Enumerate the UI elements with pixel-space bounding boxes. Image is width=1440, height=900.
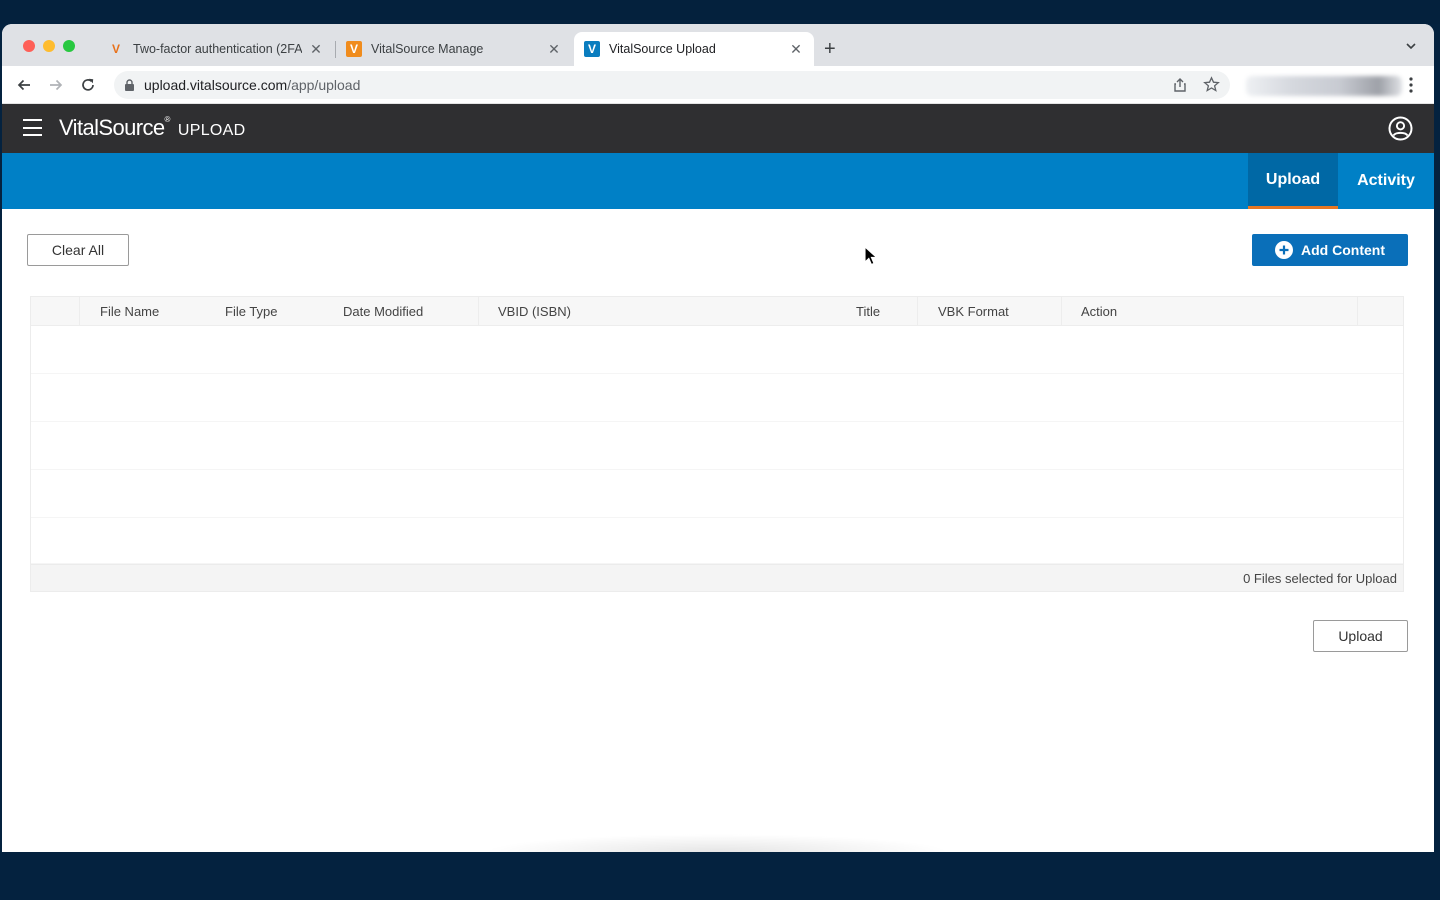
- file-grid: File Name File Type Date Modified VBID (…: [30, 296, 1404, 592]
- browser-window: V Two-factor authentication (2FA ✕ V Vit…: [2, 24, 1434, 852]
- column-divider: [79, 297, 80, 326]
- address-bar[interactable]: upload.vitalsource.com/app/upload: [114, 71, 1230, 99]
- maximize-window-button[interactable]: [63, 40, 75, 52]
- main-nav-bar: Upload Activity: [2, 153, 1434, 209]
- grid-footer: 0 Files selected for Upload: [31, 564, 1403, 591]
- new-tab-button[interactable]: +: [824, 38, 836, 60]
- chevron-down-icon[interactable]: [1404, 39, 1418, 53]
- column-divider: [478, 297, 479, 326]
- column-header-date-modified[interactable]: Date Modified: [343, 304, 423, 319]
- table-row-empty: [31, 470, 1403, 518]
- column-divider: [917, 297, 918, 326]
- brand-registered-mark: ®: [164, 115, 171, 124]
- browser-tab-2fa[interactable]: V Two-factor authentication (2FA ✕: [98, 32, 334, 66]
- column-header-file-name[interactable]: File Name: [100, 304, 159, 319]
- table-row-empty: [31, 518, 1403, 564]
- bookmark-star-icon[interactable]: [1203, 76, 1220, 93]
- product-name: UPLOAD: [177, 122, 246, 139]
- vitalsource-box-icon: V: [346, 41, 362, 57]
- close-icon[interactable]: ✕: [308, 41, 324, 58]
- column-divider: [1357, 297, 1358, 326]
- tab-title: VitalSource Upload: [609, 42, 716, 56]
- extensions-area-blurred[interactable]: [1246, 76, 1402, 96]
- minimize-window-button[interactable]: [43, 40, 55, 52]
- close-window-button[interactable]: [23, 40, 35, 52]
- table-row-empty: [31, 422, 1403, 470]
- vitalsource-v-icon: V: [111, 42, 120, 56]
- clear-all-button[interactable]: Clear All: [27, 234, 129, 266]
- table-row-empty: [31, 326, 1403, 374]
- tab-upload[interactable]: Upload: [1248, 153, 1338, 209]
- grid-header: File Name File Type Date Modified VBID (…: [31, 297, 1403, 326]
- desktop-background: [0, 0, 1440, 24]
- url-host: upload.vitalsource.com: [144, 77, 288, 93]
- column-header-file-type[interactable]: File Type: [225, 304, 278, 319]
- column-divider: [1061, 297, 1062, 326]
- browser-toolbar: upload.vitalsource.com/app/upload: [2, 66, 1434, 104]
- more-menu-icon[interactable]: [1406, 76, 1416, 94]
- tab-title: Two-factor authentication (2FA: [133, 42, 302, 56]
- share-icon[interactable]: [1172, 77, 1188, 93]
- close-icon[interactable]: ✕: [788, 41, 804, 58]
- account-circle-icon[interactable]: [1388, 116, 1413, 141]
- drop-shadow: [482, 834, 952, 852]
- back-arrow-icon[interactable]: [15, 76, 33, 94]
- app-header: VitalSource® UPLOAD: [2, 104, 1434, 153]
- vitalsource-box-icon: V: [584, 41, 600, 57]
- upload-button[interactable]: Upload: [1313, 620, 1408, 652]
- lock-icon: [125, 79, 134, 91]
- url-text: upload.vitalsource.com/app/upload: [144, 77, 360, 93]
- tab-title: VitalSource Manage: [371, 42, 484, 56]
- column-header-action[interactable]: Action: [1081, 304, 1117, 319]
- tab-activity[interactable]: Activity: [1340, 153, 1432, 209]
- mouse-cursor-icon: [864, 246, 878, 266]
- add-content-label: Add Content: [1301, 242, 1385, 258]
- forward-arrow-icon[interactable]: [47, 76, 65, 94]
- brand-name: VitalSource: [59, 115, 165, 140]
- hamburger-menu-icon[interactable]: [23, 119, 42, 136]
- column-header-title[interactable]: Title: [856, 304, 880, 319]
- table-row-empty: [31, 374, 1403, 422]
- browser-tab-manage[interactable]: V VitalSource Manage ✕: [336, 32, 572, 66]
- browser-tab-strip: V Two-factor authentication (2FA ✕ V Vit…: [2, 24, 1434, 66]
- column-header-vbk-format[interactable]: VBK Format: [938, 304, 1009, 319]
- add-circle-icon: [1275, 241, 1293, 259]
- url-path: /app/upload: [287, 77, 361, 93]
- brand-logo: VitalSource® UPLOAD: [59, 115, 245, 141]
- column-header-vbid[interactable]: VBID (ISBN): [498, 304, 571, 319]
- add-content-button[interactable]: Add Content: [1252, 234, 1408, 266]
- browser-tab-upload[interactable]: V VitalSource Upload ✕: [574, 32, 814, 66]
- close-icon[interactable]: ✕: [546, 41, 562, 58]
- files-selected-status: 0 Files selected for Upload: [1243, 571, 1397, 586]
- reload-icon[interactable]: [79, 76, 97, 94]
